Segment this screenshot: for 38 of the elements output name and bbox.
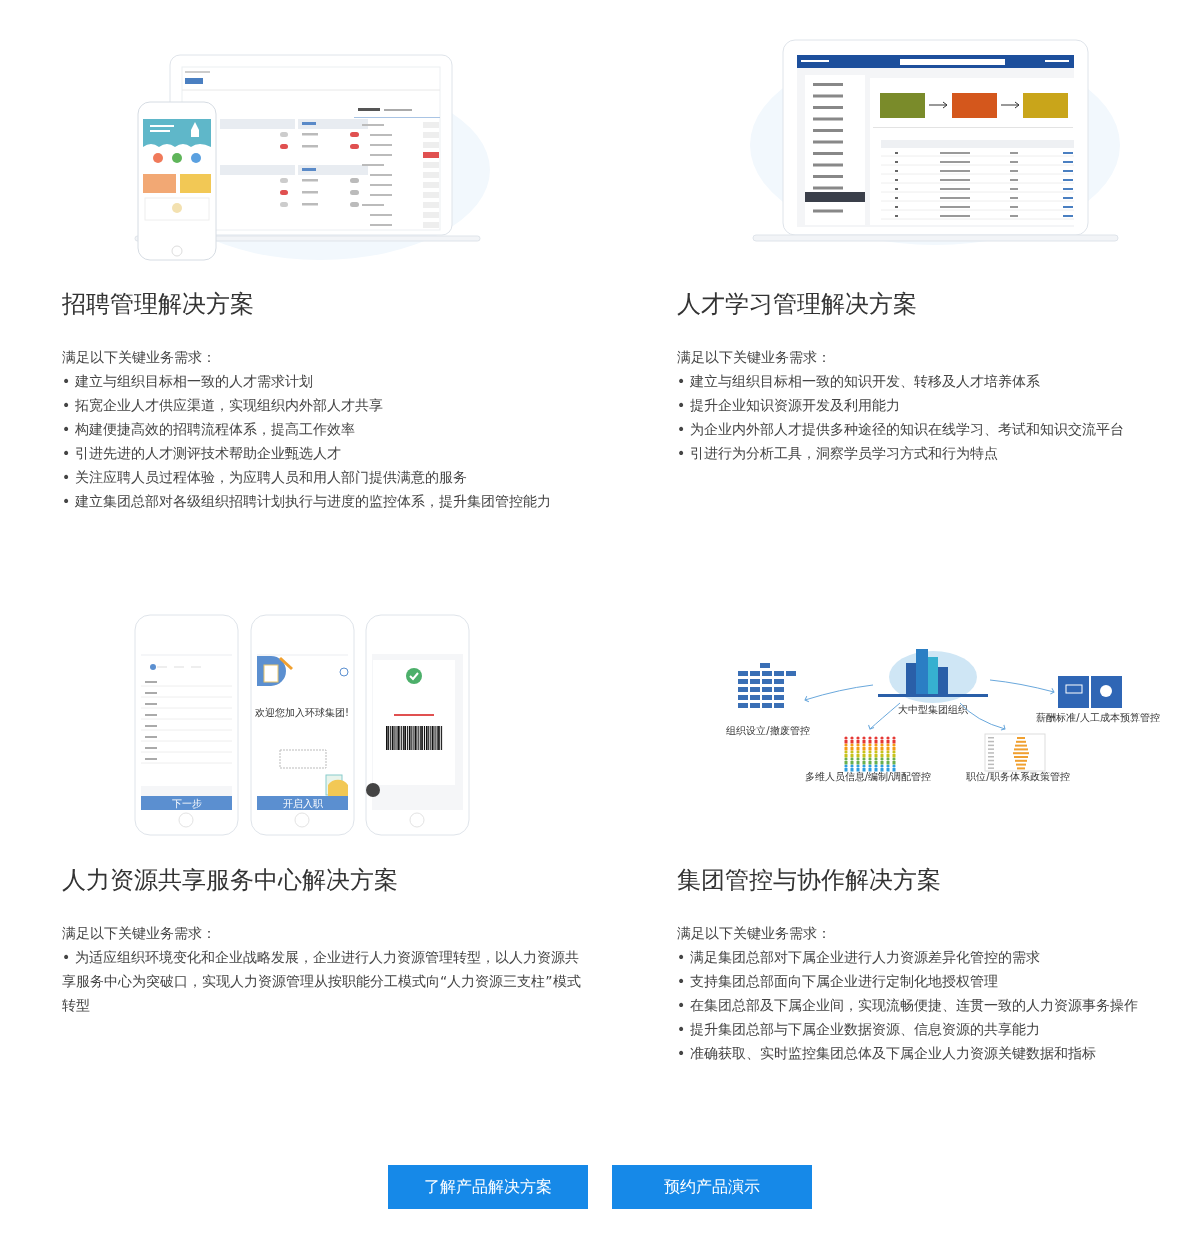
bullet-text: • 为企业内外部人才提供多种途径的知识在线学习、考试和知识交流平台 [677,420,1125,439]
welcome-text: 欢迎您加入环球集团! [255,707,349,718]
bullet-text: • 关注应聘人员过程体验，为应聘人员和用人部门提供满意的服务 [62,468,468,487]
section-title: 人力资源共享服务中心解决方案 [62,865,399,895]
org-chart-drawing [738,663,796,708]
diagram-label: 大中型集团组织 [898,704,968,715]
bullet-text: • 建立集团总部对各级组织招聘计划执行与进度的监控体系，提升集团管控能力 [62,492,552,511]
cta-button[interactable]: 预约产品演示 [612,1165,812,1209]
bullet-text: • 建立与组织目标相一致的人才需求计划 [62,372,314,391]
bullet-text: • 拓宽企业人才供应渠道，实现组织内外部人才共享 [62,396,384,415]
bullet-text: • 准确获取、实时监控集团总体及下属企业人力资源关键数据和指标 [677,1044,1097,1063]
bullet-text: • 为适应组织环境变化和企业战略发展，企业进行人力资源管理转型，以人力资源共享服务中心为突破口，实现人力资源管理从按职能分工模式向“人力资源三支柱”模式转型 [62,948,582,1015]
bullet-text: • 提升企业知识资源开发及利用能力 [677,396,901,415]
section-title: 招聘管理解决方案 [62,289,255,319]
bullet-text: • 在集团总部及下属企业间，实现流畅便捷、连贯一致的人力资源事务操作 [677,996,1139,1015]
bullet-text: • 满足集团总部对下属企业进行人力资源差异化管控的需求 [677,948,1041,967]
curved-arrow [989,679,1055,695]
salary-icons-drawing [1058,676,1122,708]
curved-arrow [959,702,1006,731]
cta-button[interactable]: 了解产品解决方案 [388,1165,588,1209]
diagram-label: 多维人员信息/编制/调配管控 [804,771,932,782]
people-grid-drawing [844,736,896,772]
intro-text: 满足以下关键业务需求： [677,348,832,367]
table-chart-drawing [984,733,1046,772]
bullet-text: • 引进行为分析工具，洞察学员学习方式和行为特点 [677,444,999,463]
diagram-label: 薪酬标准/人工成本预算管控 [1036,712,1160,723]
section-title: 人才学习管理解决方案 [677,289,918,319]
diagram-label: 组织设立/撤废管控 [726,725,810,736]
bullet-text: • 构建便捷高效的招聘流程体系，提高工作效率 [62,420,356,439]
bullet-text: • 支持集团总部面向下属企业进行定制化地授权管理 [677,972,999,991]
intro-text: 满足以下关键业务需求： [62,348,217,367]
intro-text: 满足以下关键业务需求： [62,924,217,943]
bullet-text: • 建立与组织目标相一致的知识开发、转移及人才培养体系 [677,372,1041,391]
diagram-label: 职位/职务体系政策管控 [966,771,1070,782]
bullet-text: • 引进先进的人才测评技术帮助企业甄选人才 [62,444,342,463]
bullet-text: • 提升集团总部与下属企业数据资源、信息资源的共享能力 [677,1020,1041,1039]
intro-text: 满足以下关键业务需求： [677,924,832,943]
section-title: 集团管控与协作解决方案 [677,865,942,895]
